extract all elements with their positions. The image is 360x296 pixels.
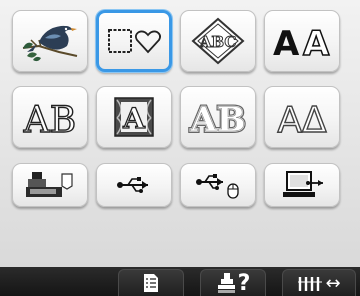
alpha-delta-icon: AΔ [268,94,336,140]
abc-diamond-monogram-icon: ABC [187,16,249,66]
block-letters-icon: A A [269,19,335,63]
svg-text:A: A [303,24,330,63]
greek-letter-button[interactable]: AΔ [264,86,340,148]
thread-button[interactable]: ↔ [282,269,356,296]
square-heart-frame-icon [103,21,165,61]
svg-text:AB: AB [189,100,245,140]
ab-double-outline-icon: AB AB AB [184,94,252,140]
pattern-selection-screen: ABC A A AB A AB AB AB AΔ [0,0,360,267]
settings-button[interactable] [118,269,184,296]
usb-icon [114,173,154,197]
thread-spool-icon [297,274,323,292]
usb-mouse-button[interactable] [180,163,256,207]
help-button[interactable]: ? [200,269,266,296]
outline-font-button[interactable]: AB [12,86,88,148]
svg-text:AΔ: AΔ [277,100,327,140]
computer-usb-icon [277,169,327,201]
double-outline-font-button[interactable]: AB AB AB [180,86,256,148]
help-label: ? [237,270,251,296]
bird-pattern-button[interactable] [12,10,88,72]
large-alphabet-button[interactable]: A A [264,10,340,72]
svg-text:AB: AB [23,100,76,140]
frame-pattern-button[interactable] [96,10,172,72]
usb-button[interactable] [96,163,172,207]
thread-arrow-icon: ↔ [325,272,341,294]
svg-text:A: A [122,102,146,135]
machine-help-icon [216,272,236,294]
bottom-toolbar: ? ↔ [0,267,360,296]
ab-outline-font-icon: AB [16,94,84,140]
bird-embroidery-icon [19,16,81,66]
computer-button[interactable] [264,163,340,207]
usb-mouse-icon [193,170,243,200]
ornate-a-icon: A [111,94,157,140]
embroidery-machine-icon [22,168,78,202]
monogram-button[interactable]: ABC [180,10,256,72]
decorative-letter-button[interactable]: A [96,86,172,148]
svg-text:ABC: ABC [199,33,237,51]
settings-list-icon [143,273,159,293]
machine-memory-button[interactable] [12,163,88,207]
svg-text:A: A [273,24,300,63]
